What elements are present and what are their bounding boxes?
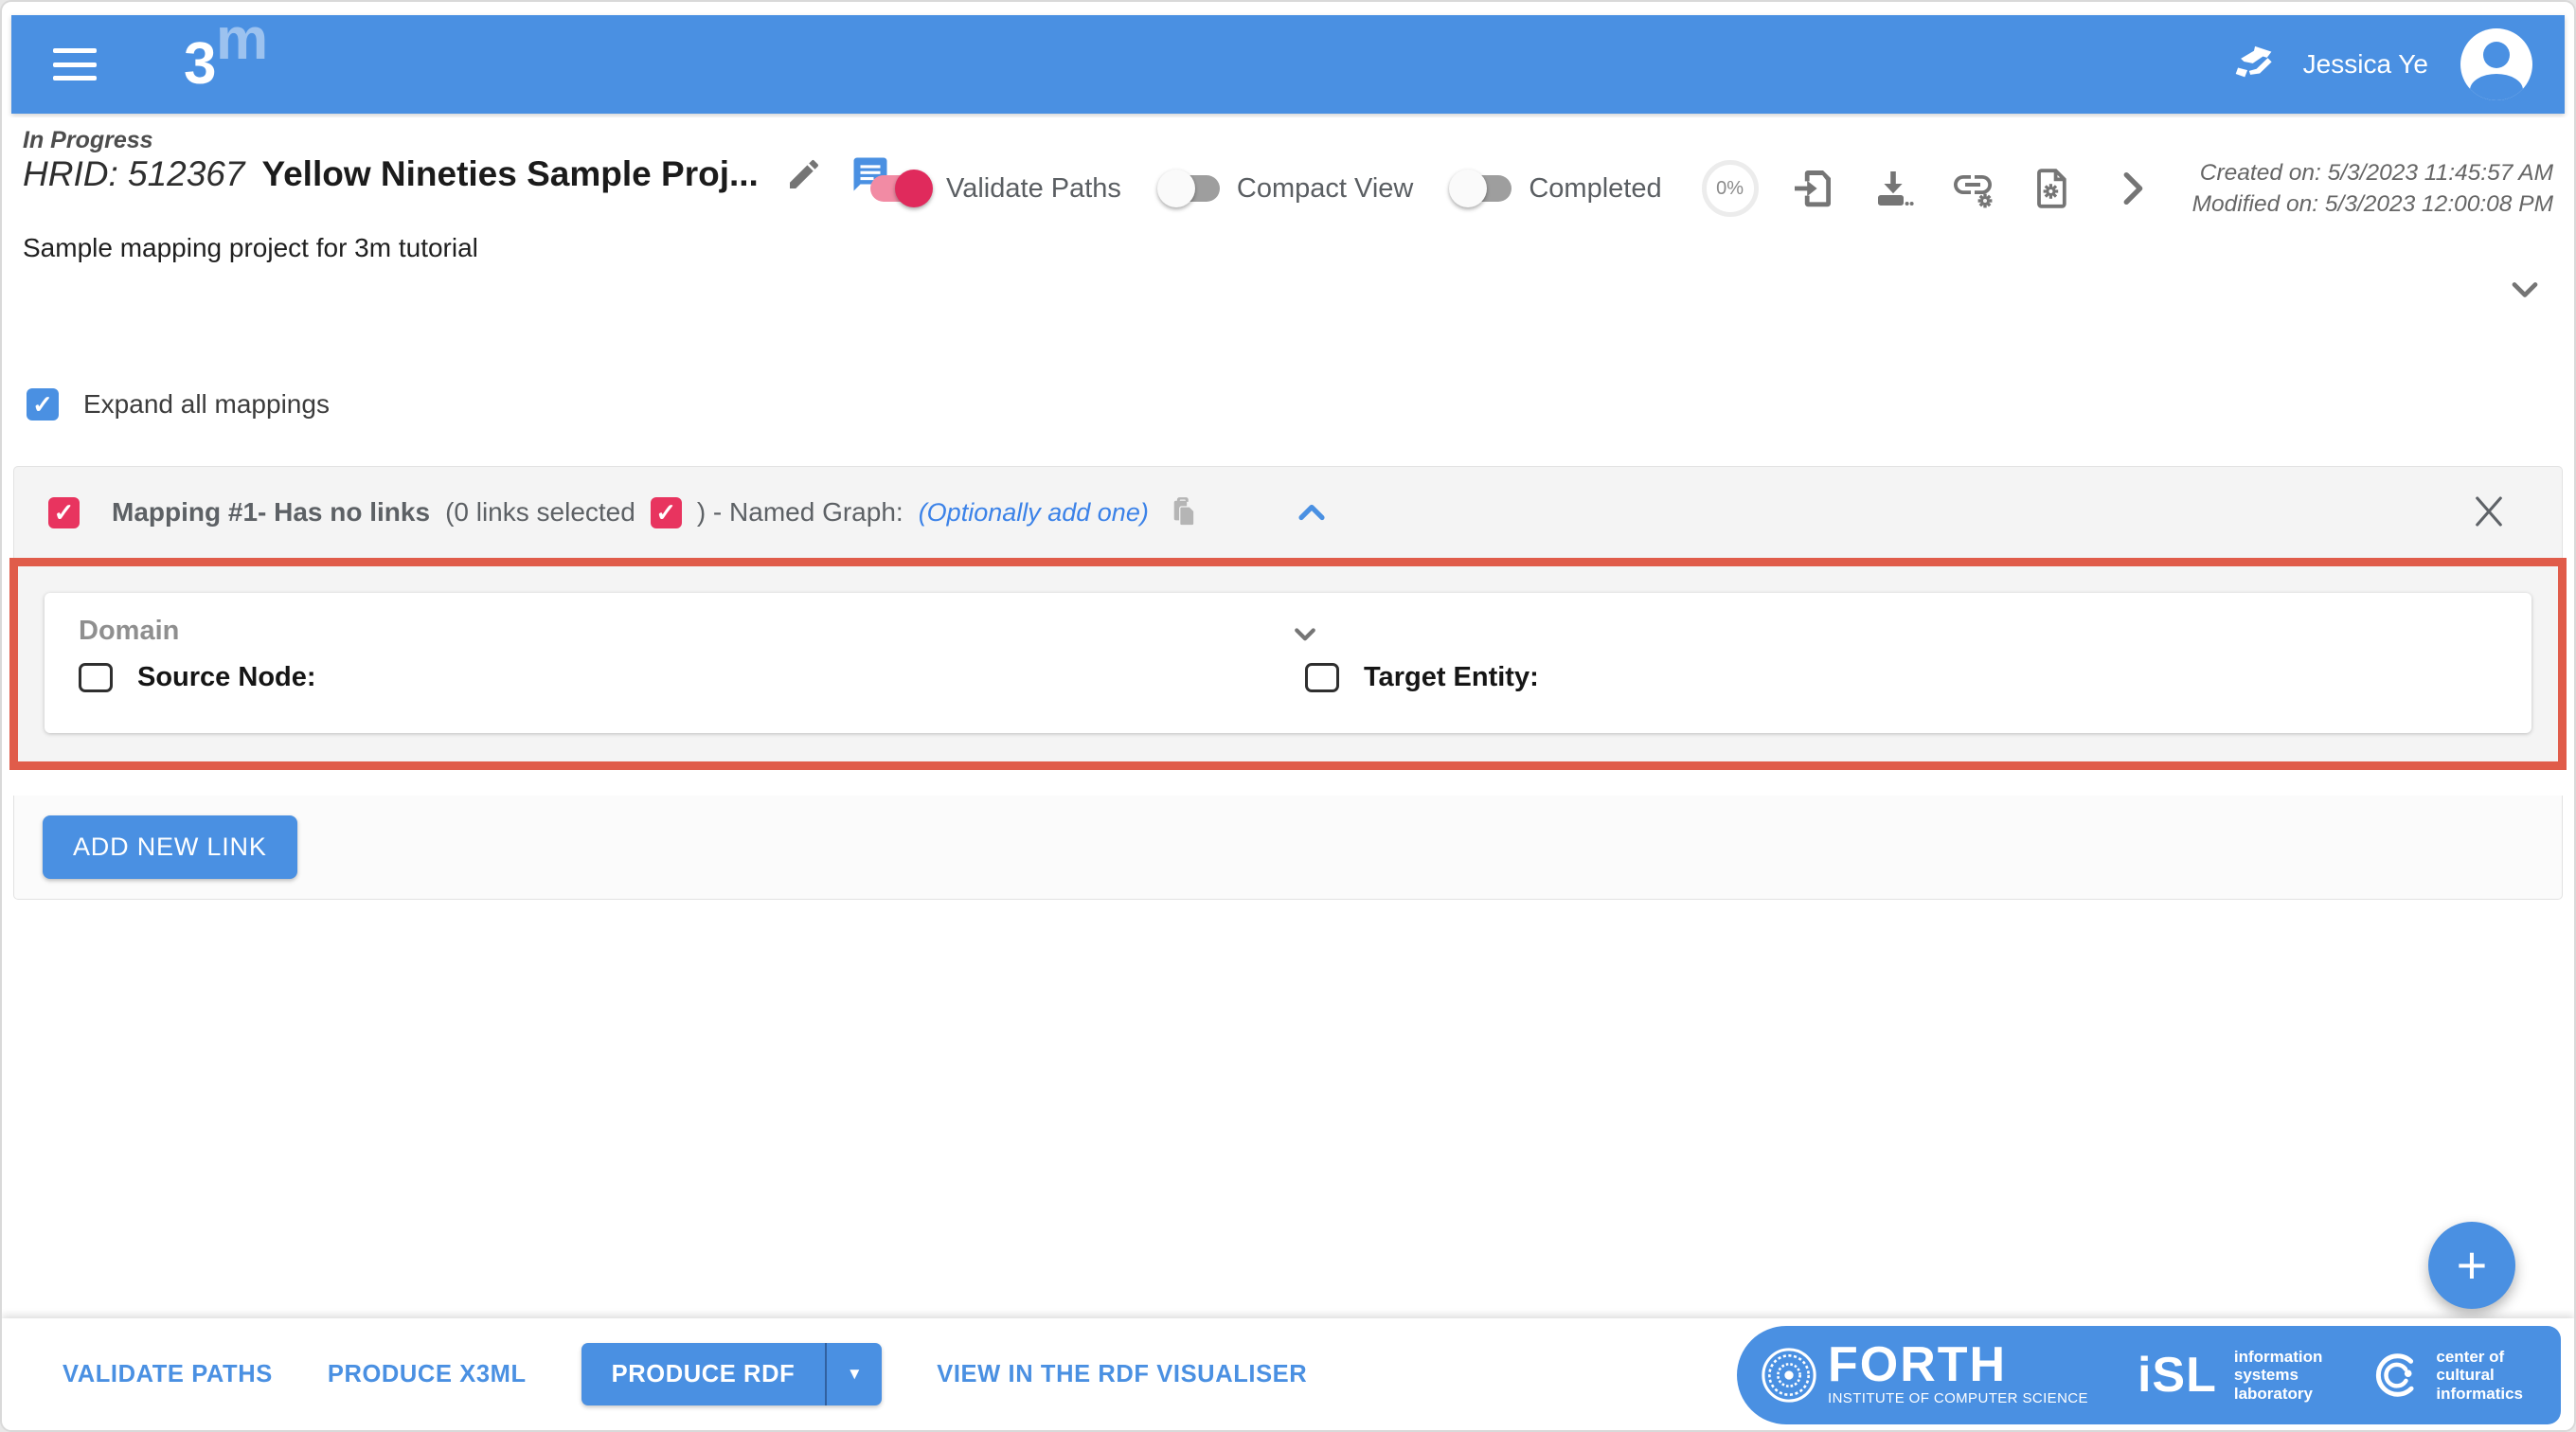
import-file-icon[interactable] xyxy=(1791,166,1836,211)
target-entity-checkbox[interactable] xyxy=(1305,663,1339,692)
source-node-field: Source Node: xyxy=(79,662,1305,693)
completed-toggle-group: Completed xyxy=(1449,170,1662,208)
validate-paths-label: Validate Paths xyxy=(946,172,1121,204)
cci-logo: center of cultural informatics xyxy=(2371,1348,2523,1404)
domain-card: Domain Source Node: Target Entity: xyxy=(45,593,2531,733)
cci-line1: center of xyxy=(2436,1347,2505,1366)
mapping-actions-strip: ADD NEW LINK xyxy=(13,796,2563,900)
project-timestamps: Created on: 5/3/2023 11:45:57 AM Modifie… xyxy=(2192,157,2553,220)
compact-view-toggle-group: Compact View xyxy=(1156,170,1414,208)
isl-line3: laboratory xyxy=(2233,1384,2313,1403)
avatar[interactable] xyxy=(2460,28,2532,100)
links-count-checkbox[interactable]: ✓ xyxy=(650,496,682,528)
forth-logo: FORTH INSTITUTE OF COMPUTER SCIENCE xyxy=(1760,1337,2088,1406)
validate-paths-toggle-group: Validate Paths xyxy=(870,170,1121,208)
validate-paths-toggle[interactable] xyxy=(870,170,934,208)
expand-all-label: Expand all mappings xyxy=(83,389,330,419)
history-edu-icon[interactable] xyxy=(2229,40,2279,89)
collapse-mapping-chevron-icon[interactable] xyxy=(1291,492,1333,533)
produce-x3ml-button[interactable]: PRODUCE X3ML xyxy=(328,1361,527,1388)
named-graph-text: ) - Named Graph: xyxy=(696,497,903,527)
project-description: Sample mapping project for 3m tutorial xyxy=(23,233,478,262)
isl-line2: systems xyxy=(2233,1366,2299,1385)
compact-view-toggle[interactable] xyxy=(1156,170,1220,208)
view-rdf-visualiser-button[interactable]: VIEW IN THE RDF VISUALISER xyxy=(937,1361,1307,1388)
progress-indicator: 0% xyxy=(1701,160,1759,218)
mapping-card: ✓ Mapping #1- Has no links (0 links sele… xyxy=(9,466,2567,770)
app-logo-3m[interactable]: 3 xyxy=(184,10,271,94)
completed-toggle[interactable] xyxy=(1449,170,1512,208)
project-hrid: HRID: 512367 xyxy=(23,154,245,193)
edit-title-icon[interactable] xyxy=(783,153,825,195)
link-settings-icon[interactable] xyxy=(1950,166,1995,211)
page: 3 Jessica Ye In Progress HRID: 512367 Ye… xyxy=(0,0,2576,1432)
forth-seal-icon xyxy=(1762,1348,1816,1403)
project-title: Yellow Nineties Sample Proj... xyxy=(261,154,759,193)
named-graph-add-link[interactable]: (Optionally add one) xyxy=(919,498,1149,528)
close-mapping-icon[interactable] xyxy=(2469,492,2509,531)
expand-all-checkbox[interactable]: ✓ xyxy=(27,388,59,421)
project-controls: Validate Paths Compact View Completed 0% xyxy=(870,157,2553,220)
validate-paths-button[interactable]: VALIDATE PATHS xyxy=(63,1361,273,1388)
cci-line3: informatics xyxy=(2436,1384,2523,1403)
project-header: In Progress HRID: 512367 Yellow Nineties… xyxy=(2,117,2574,324)
target-entity-field: Target Entity: xyxy=(1305,662,2531,693)
chevron-right-icon[interactable] xyxy=(2109,166,2155,211)
mapping-header: ✓ Mapping #1- Has no links (0 links sele… xyxy=(14,467,2562,558)
domain-fields: Source Node: Target Entity: xyxy=(79,662,2531,693)
mapping-title: Mapping #1- Has no links xyxy=(112,497,431,527)
mapping-select-checkbox[interactable]: ✓ xyxy=(48,496,80,528)
compact-view-label: Compact View xyxy=(1236,172,1414,204)
produce-rdf-dropdown-arrow-icon[interactable]: ▼ xyxy=(827,1343,882,1405)
project-status: In Progress xyxy=(23,127,153,153)
forth-logo-banner: FORTH INSTITUTE OF COMPUTER SCIENCE iSL … xyxy=(1737,1326,2561,1424)
collapse-project-chevron-icon[interactable] xyxy=(2504,269,2546,311)
domain-select-chevron-icon[interactable] xyxy=(1285,614,1325,653)
annotation-highlight-box: Domain Source Node: Target Entity: xyxy=(9,558,2567,770)
menu-icon[interactable] xyxy=(53,48,97,81)
target-entity-label: Target Entity: xyxy=(1364,662,1539,692)
modified-on: Modified on: 5/3/2023 12:00:08 PM xyxy=(2191,191,2553,218)
source-node-checkbox[interactable] xyxy=(79,663,113,692)
add-new-link-button[interactable]: ADD NEW LINK xyxy=(43,815,297,879)
add-mapping-fab[interactable]: + xyxy=(2428,1222,2515,1309)
expand-all-row: ✓ Expand all mappings xyxy=(27,388,330,421)
completed-label: Completed xyxy=(1529,172,1662,204)
cci-mark-icon xyxy=(2376,1353,2414,1397)
source-node-label: Source Node: xyxy=(137,662,316,692)
created-on: Created on: 5/3/2023 11:45:57 AM xyxy=(2199,160,2553,186)
produce-rdf-button[interactable]: PRODUCE RDF ▼ xyxy=(581,1343,883,1405)
produce-rdf-label: PRODUCE RDF xyxy=(611,1360,796,1387)
project-action-icons xyxy=(1791,166,2155,211)
isl-line1: information xyxy=(2233,1347,2323,1366)
forth-name: FORTH xyxy=(1828,1337,2008,1393)
download-icon[interactable] xyxy=(1870,166,1916,211)
links-selected-text: (0 links selected xyxy=(445,497,635,527)
project-title-row: HRID: 512367 Yellow Nineties Sample Proj… xyxy=(23,153,891,195)
forth-subtitle: INSTITUTE OF COMPUTER SCIENCE xyxy=(1828,1389,2088,1406)
isl-mark: iSL xyxy=(2137,1348,2217,1403)
cci-line2: cultural xyxy=(2436,1366,2495,1385)
app-header: 3 Jessica Ye xyxy=(11,10,2565,114)
isl-logo: iSL information systems laboratory xyxy=(2138,1347,2322,1404)
user-name: Jessica Ye xyxy=(2302,49,2428,79)
footer-toolbar: VALIDATE PATHS PRODUCE X3ML PRODUCE RDF … xyxy=(2,1318,2574,1430)
file-settings-icon[interactable] xyxy=(2030,166,2075,211)
copy-icon[interactable] xyxy=(1166,494,1202,530)
